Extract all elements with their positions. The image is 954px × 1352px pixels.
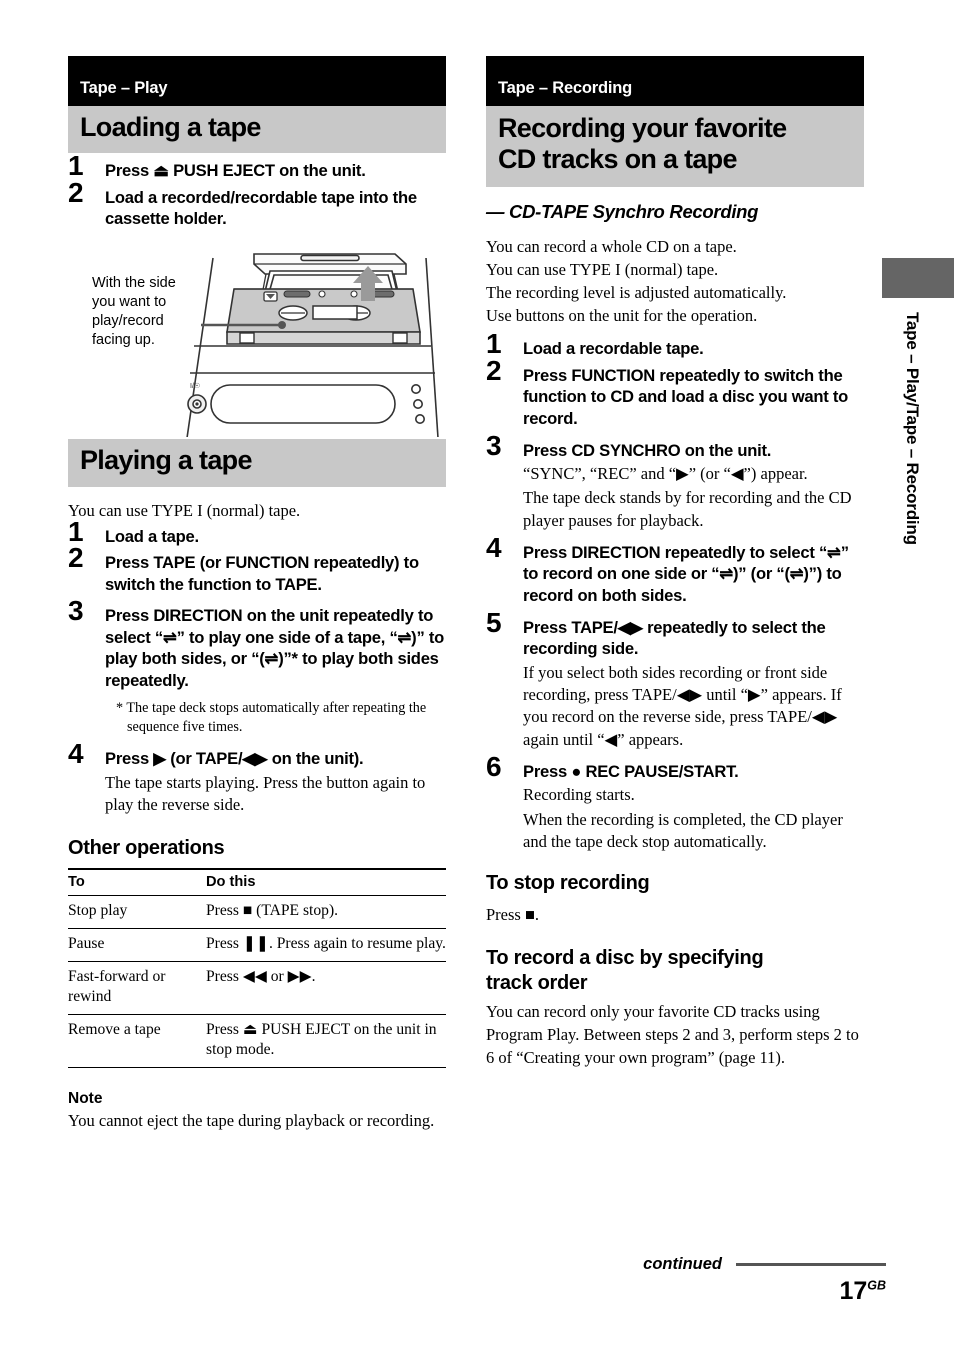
step-number: 3 [68,595,84,627]
page-number: 17GB [839,1277,886,1306]
table-row: Pause Press ❚❚. Press again to resume pl… [68,928,446,962]
heading-loading-a-tape: Loading a tape [68,105,446,154]
step-item: 3 Press DIRECTION on the unit repeatedly… [68,597,446,737]
step-item: 1 Press ⏏ PUSH EJECT on the unit. [68,152,446,182]
table-cell-to: Remove a tape [68,1014,206,1068]
table-row: Stop play Press ■ (TAPE stop). [68,895,446,930]
table-row: Remove a tape Press ⏏ PUSH EJECT on the … [68,1014,446,1068]
step-number: 4 [486,531,502,563]
heading-line-1: To record a disc by specifying [486,947,764,970]
table-cell-do: Press ⏏ PUSH EJECT on the unit in stop m… [206,1014,446,1068]
step-body: “SYNC”, “REC” and “▶” (or “◀”) appear. [523,464,808,484]
subtitle-cd-tape-synchro: — CD-TAPE Synchro Recording [486,201,759,223]
section-label-tape-recording: Tape – Recording [486,56,864,106]
side-tab-swatch [882,258,954,298]
recording-steps-list: 1 Load a recordable tape. 2 Press FUNCTI… [486,330,864,853]
step-footnote: * The tape deck stops automatically afte… [116,699,427,735]
step-title: Press DIRECTION on the unit repeatedly t… [105,606,445,691]
other-operations-heading: Other operations [68,837,225,860]
section-label-tape-play: Tape – Play [68,56,446,106]
note-body: You cannot eject the tape during playbac… [68,1110,435,1130]
step-item: 4 Press ▶ (or TAPE/◀▶ on the unit). The … [68,739,446,816]
to-stop-recording-body: Press ■. [486,904,540,924]
table-header-to: To [68,868,206,897]
step-item: 3 Press CD SYNCHRO on the unit. “SYNC”, … [486,431,864,532]
illustration-caption: With the side you want to play/record fa… [92,275,176,349]
step-number: 5 [486,606,502,638]
other-operations-table: To Do this Stop play Press ■ (TAPE stop)… [68,868,446,1068]
table-cell-to: Stop play [68,895,206,930]
step-item: 1 Load a tape. [68,517,446,548]
step-title: Press ▶ (or TAPE/◀▶ on the unit). [105,748,364,768]
page-footer: continued 17GB [68,1248,886,1318]
step-body: When the recording is completed, the CD … [523,809,843,851]
to-record-by-track-order-body: You can record only your favorite CD tra… [486,1002,859,1067]
step-title: Load a recordable tape. [523,339,704,359]
heading-line-2: track order [486,971,588,994]
step-title: Press TAPE/◀▶ repeatedly to select the r… [523,617,826,659]
heading-line-2: CD tracks on a tape [498,144,737,175]
step-title: Press FUNCTION repeatedly to switch the … [523,365,849,428]
heading-line-1: Recording your favorite [498,112,787,143]
svg-text:I/☉: I/☉ [190,382,200,390]
to-record-by-track-order-heading: To record a disc by specifying track ord… [486,946,864,995]
table-cell-do: Press ◀◀ or ▶▶. [206,961,446,1015]
step-item: 2 Press TAPE (or FUNCTION repeatedly) to… [68,544,446,595]
manual-page: Tape – Play Loading a tape 1 Press ⏏ PUS… [0,0,954,1352]
step-body: If you select both sides recording or fr… [523,662,842,749]
step-title: Press ⏏ PUSH EJECT on the unit. [105,161,366,181]
left-column: Tape – Play Loading a tape 1 Press ⏏ PUS… [68,56,446,1133]
step-item: 2 Load a recorded/recordable tape into t… [68,178,446,230]
step-item: 4 Press DIRECTION repeatedly to select “… [486,533,864,607]
step-item: 1 Load a recordable tape. [486,330,864,360]
right-column: Tape – Recording Recording your favorite… [486,56,864,1069]
playing-lead-text: You can use TYPE I (normal) tape. [68,500,301,520]
step-title: Load a tape. [105,526,199,546]
loading-steps-list: 1 Press ⏏ PUSH EJECT on the unit. 2 Load… [68,152,446,230]
continued-rule [736,1262,886,1266]
step-item: 6 Press ● REC PAUSE/START. Recording sta… [486,752,864,853]
cassette-loading-illustration: With the side you want to play/record fa… [68,242,446,439]
step-number: 3 [486,429,502,461]
step-title: Press ● REC PAUSE/START. [523,761,739,781]
heading-recording-favorite-cd-tracks: Recording your favorite CD tracks on a t… [486,105,864,188]
step-title: Press DIRECTION repeatedly to select “⇌”… [523,542,849,606]
recording-lead-line: The recording level is adjusted automati… [486,282,787,302]
table-cell-do: Press ❚❚. Press again to resume play. [206,928,446,962]
page-number-value: 17 [839,1277,868,1305]
step-body: Recording starts. [523,785,635,805]
recording-lead-line: You can record a whole CD on a tape. [486,237,737,257]
step-body: The tape starts playing. Press the butto… [105,772,426,814]
side-tab-label: Tape – Play/Tape – Recording [903,312,922,545]
step-number: 2 [486,354,502,386]
heading-playing-a-tape: Playing a tape [68,439,446,487]
recording-lead-line: You can use TYPE I (normal) tape. [486,259,719,279]
table-header-do-this: Do this [206,868,446,897]
recording-lead-line: Use buttons on the unit for the operatio… [486,305,758,325]
playing-steps-list: 1 Load a tape. 2 Press TAPE (or FUNCTION… [68,517,446,816]
note-heading: Note [68,1089,103,1107]
table-cell-to: Fast-forward or rewind [68,961,206,1015]
page-number-suffix: GB [867,1278,886,1293]
table-cell-do: Press ■ (TAPE stop). [206,895,446,930]
step-item: 2 Press FUNCTION repeatedly to switch th… [486,356,864,430]
step-number: 4 [68,737,84,769]
to-stop-recording-heading: To stop recording [486,872,650,895]
table-header-row: To Do this [68,868,446,897]
step-title: Load a recorded/recordable tape into the… [105,187,417,229]
step-number: 6 [486,750,502,782]
step-title: Press TAPE (or FUNCTION repeatedly) to s… [105,553,419,594]
step-item: 5 Press TAPE/◀▶ repeatedly to select the… [486,608,864,751]
step-title: Press CD SYNCHRO on the unit. [523,440,772,460]
table-row: Fast-forward or rewind Press ◀◀ or ▶▶. [68,961,446,1015]
step-body: The tape deck stands by for recording an… [523,488,852,530]
table-cell-to: Pause [68,928,206,962]
continued-label: continued [643,1255,722,1273]
step-number: 2 [68,542,84,574]
step-number: 2 [68,176,84,208]
